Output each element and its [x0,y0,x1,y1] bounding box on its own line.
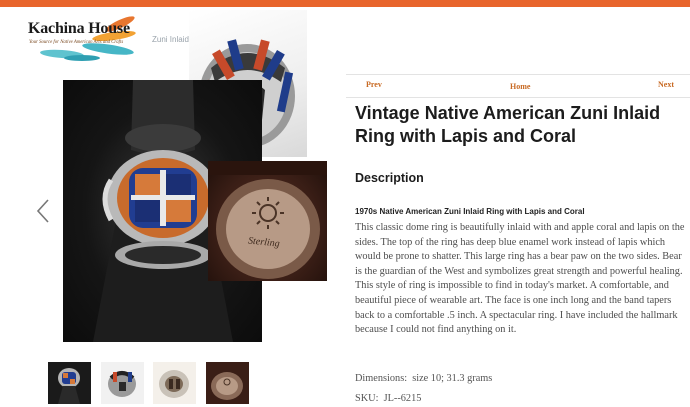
thumbnail-side[interactable] [101,362,144,404]
nav-divider-top [346,74,690,75]
description-subheading: 1970s Native American Zuni Inlaid Ring w… [355,207,585,216]
sku-label: SKU: [355,393,379,404]
site-logo[interactable]: Kachina House Your Source for Native Ame… [22,14,144,62]
logo-title: Kachina House [28,20,130,37]
sku-row: SKU: JL--6215 [355,393,421,404]
chevron-left-icon[interactable] [35,198,51,224]
top-accent-bar [0,0,690,7]
next-link[interactable]: Next [658,80,674,89]
prev-link[interactable]: Prev [366,80,382,89]
home-link[interactable]: Home [510,82,530,91]
description-heading: Description [355,171,424,185]
nav-divider-bottom [346,97,690,98]
breadcrumb[interactable]: Zuni Inlaid [152,35,189,44]
dimensions-row: Dimensions: size 10; 31.3 grams [355,373,492,384]
logo-tagline: Your Source for Native American Arts and… [29,40,124,45]
dimensions-label: Dimensions: [355,373,408,384]
thumbnail-front[interactable] [48,362,91,404]
ring-hallmark-photo[interactable]: Sterling [208,161,327,281]
product-title: Vintage Native American Zuni Inlaid Ring… [355,103,661,146]
thumbnail-hallmark[interactable] [206,362,249,404]
dimensions-value: size 10; 31.3 grams [412,373,493,384]
thumbnail-top[interactable] [153,362,196,404]
sku-value: JL--6215 [383,393,422,404]
description-body: This classic dome ring is beautifully in… [355,222,685,336]
